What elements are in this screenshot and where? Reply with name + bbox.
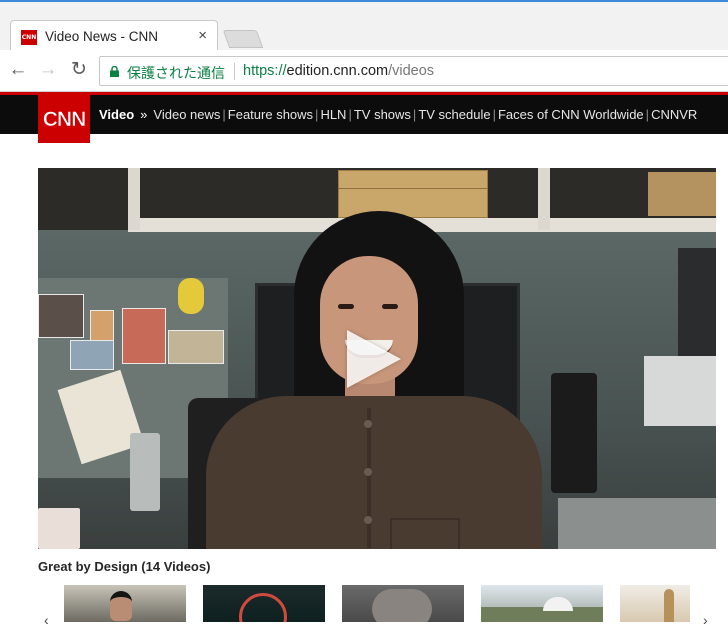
video-frame-button [364,420,372,428]
playlist-thumbnail[interactable] [620,585,690,622]
cnn-nav-links: Video» Video news | Feature shows | HLN | TV sh… [99,107,697,122]
nav-link-tv-schedule[interactable]: TV schedule [418,107,490,122]
video-frame-figurine [178,278,204,314]
forward-arrow-icon[interactable]: → [37,59,59,81]
nav-link-feature-shows[interactable]: Feature shows [228,107,313,122]
address-bar[interactable]: 保護された通信 https://edition.cnn.com/videos [99,56,728,86]
nav-link-faces-of-cnn[interactable]: Faces of CNN Worldwide [498,107,644,122]
thumbnail-dome [543,597,573,611]
playlist-thumbnail[interactable] [481,585,603,622]
url-host: edition.cnn.com [286,63,389,79]
nav-section-video[interactable]: Video [99,107,134,122]
thumbnail-face [110,591,132,621]
video-frame-photo [90,310,114,344]
video-frame-drawer [338,170,488,218]
browser-toolbar: ← → ↻ 保護された通信 https://edition.cnn.com/vi… [0,50,728,92]
nav-divider: | [315,107,319,122]
new-tab-button[interactable] [222,30,264,48]
carousel-prev-icon[interactable]: ‹ [44,612,49,628]
browser-tab-bar: CNN Video News - CNN × [0,0,728,52]
cnn-logo[interactable]: CNN [38,92,90,143]
video-frame-cup [38,508,80,549]
video-frame-shelf-unit [678,248,716,358]
video-frame-eye [338,304,354,309]
video-frame-pocket [390,518,460,549]
video-frame-desk [558,498,716,549]
url-path: /videos [388,63,435,79]
cnn-favicon-icon: CNN [21,30,37,45]
browser-tab[interactable]: CNN Video News - CNN × [10,20,218,52]
video-player[interactable] [38,168,716,549]
thumbnail-figure [664,589,674,622]
secure-connection-label: 保護された通信 [127,65,225,81]
playlist-thumbnail[interactable] [203,585,325,622]
tab-close-icon[interactable]: × [198,27,207,44]
back-arrow-icon[interactable]: ← [7,59,29,81]
play-icon[interactable] [347,330,401,388]
lock-icon [110,66,119,77]
video-frame-photo [70,340,114,370]
video-frame-shirt [206,396,542,549]
cnn-logo-icon: CNN [42,107,86,131]
carousel-next-icon[interactable]: › [703,612,708,628]
video-frame-box [648,172,716,216]
nav-divider: | [348,107,352,122]
video-frame-printer [644,356,716,426]
video-frame-eye [382,304,398,309]
nav-breadcrumb-separator: » [140,107,148,122]
nav-divider: | [492,107,496,122]
nav-link-cnnvr[interactable]: CNNVR [651,107,697,122]
playlist-thumbnail[interactable] [64,585,186,622]
cnn-nav-bar: Video» Video news | Feature shows | HLN | TV sh… [0,92,728,134]
video-frame-photo [168,330,224,364]
nav-link-video-news[interactable]: Video news [153,107,220,122]
nav-link-tv-shows[interactable]: TV shows [354,107,411,122]
tab-title: Video News - CNN [45,29,159,44]
omnibox-divider [234,63,235,80]
cnn-logo-text: CNN [43,108,86,131]
video-frame-button [364,468,372,476]
nav-link-hln[interactable]: HLN [320,107,346,122]
nav-divider: | [222,107,226,122]
video-frame-drawer-line [338,188,488,189]
video-frame-phone [130,433,160,511]
video-frame-photo [38,294,84,338]
nav-divider: | [645,107,650,122]
video-frame-shelf-post [538,168,550,230]
video-frame-shelf-post [128,168,140,230]
video-frame-placket [367,408,371,548]
url-text: https://edition.cnn.com/videos [243,63,434,79]
playlist-title: Great by Design (14 Videos) [38,559,211,574]
url-scheme: https:// [243,63,287,79]
video-frame-button [364,516,372,524]
nav-divider: | [412,107,417,122]
thumbnail-face [372,589,432,622]
video-frame-photo [122,308,166,364]
playlist-thumbnail[interactable] [342,585,464,622]
thumbnail-ground [481,607,603,622]
thumbnail-ring [239,593,287,622]
reload-icon[interactable]: ↻ [68,59,90,81]
video-frame-speaker [551,373,597,493]
